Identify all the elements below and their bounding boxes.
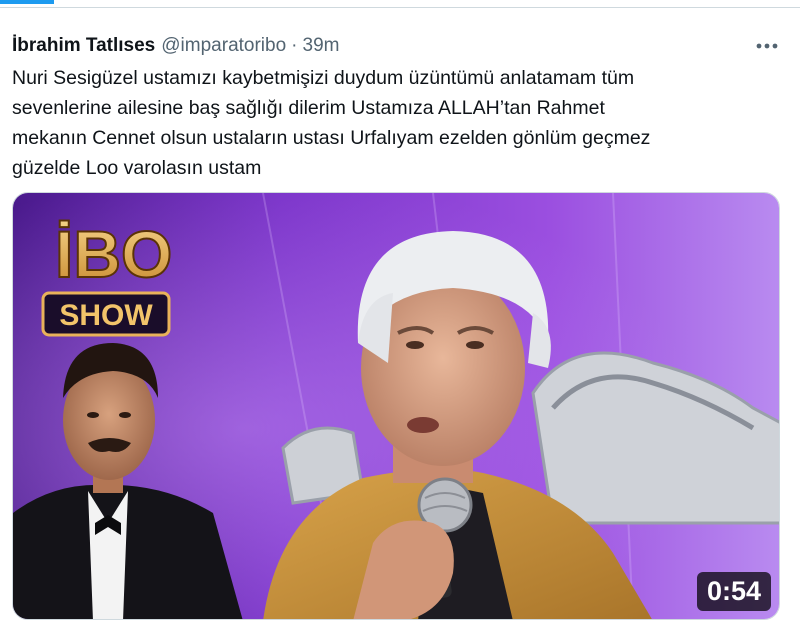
tweet-text-line: güzelde Loo varolasın ustam (12, 157, 262, 179)
video-thumbnail: İBO SHOW (13, 193, 779, 619)
dot-separator: · (291, 35, 298, 56)
tweet-text-line: sevenlerine ailesine baş sağlığı dilerim… (12, 97, 605, 119)
ibo-show-logo: İBO SHOW (41, 216, 173, 337)
video-duration-badge: 0:54 (696, 572, 771, 611)
tweet-header: İbrahim Tatlıses @imparatoribo · 39m (12, 32, 339, 60)
more-horizontal-icon (756, 43, 778, 49)
tweet-text: Nuri Sesigüzel ustamızı kaybetmişizi duy… (12, 63, 787, 183)
tweet-text-line: mekanın Cennet olsun ustaların ustası Ur… (12, 127, 651, 149)
tab-indicator (0, 0, 54, 4)
video-player[interactable]: İBO SHOW 0:54 (12, 192, 780, 620)
author-name[interactable]: İbrahim Tatlıses (12, 35, 155, 57)
more-options-button[interactable] (752, 34, 782, 58)
author-handle[interactable]: @imparatoribo (161, 35, 286, 57)
tweet-timestamp[interactable]: 39m (303, 35, 340, 57)
top-divider (0, 0, 800, 8)
logo-ibo-text: İBO (55, 217, 172, 291)
logo-show-text: SHOW (59, 299, 153, 332)
tweet-text-line: Nuri Sesigüzel ustamızı kaybetmişizi duy… (12, 67, 635, 89)
